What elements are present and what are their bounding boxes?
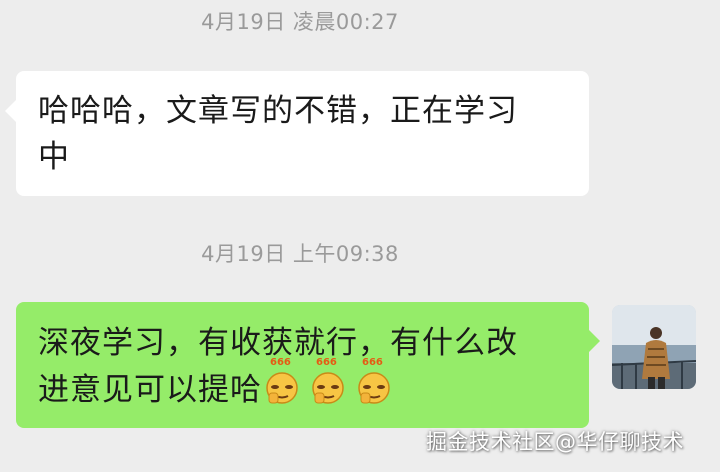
thumbs-up-666-emoji: 666 (262, 357, 302, 406)
timestamp-second: 4月19日 上午09:38 (201, 242, 399, 266)
incoming-message-bubble[interactable]: 哈哈哈，文章写的不错，正在学习 中 (16, 71, 589, 196)
emoji-666-badge: 666 (362, 357, 383, 368)
incoming-bubble-tail (5, 100, 16, 122)
outgoing-message-bubble[interactable]: 深夜学习，有收获就行，有什么改 进意见可以提哈 666 666 666 (16, 302, 589, 428)
outgoing-bubble-tail (589, 330, 600, 352)
outgoing-message-text: 进意见可以提哈 (38, 372, 262, 408)
watermark-text: 掘金技术社区@华仔聊技术 (426, 430, 684, 454)
incoming-message-line-1: 哈哈哈，文章写的不错，正在学习 (38, 93, 518, 129)
incoming-message-line-2: 中 (38, 139, 70, 175)
outgoing-message-line-1: 深夜学习，有收获就行，有什么改 (38, 325, 518, 361)
emoji-666-badge: 666 (270, 357, 291, 368)
outgoing-message-line-2: 进意见可以提哈 666 666 666 (38, 357, 567, 413)
user-avatar-photo (612, 305, 696, 389)
thumbs-up-666-emoji: 666 (354, 357, 394, 406)
timestamp-first: 4月19日 凌晨00:27 (201, 10, 399, 34)
user-avatar[interactable] (612, 305, 696, 389)
emoji-666-badge: 666 (316, 357, 337, 368)
thumbs-up-666-emoji: 666 (308, 357, 348, 406)
